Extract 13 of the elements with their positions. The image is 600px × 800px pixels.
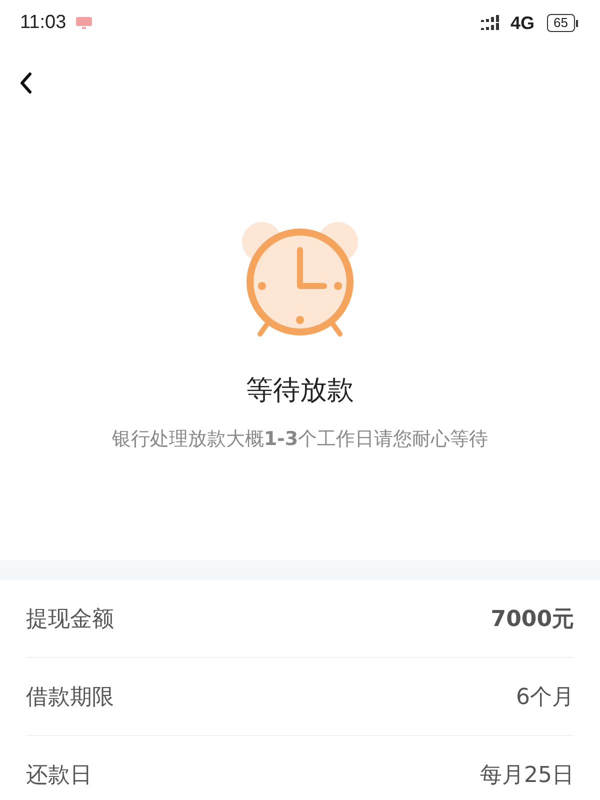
detail-value: 每月25日 [480,762,574,790]
back-button[interactable] [18,71,34,95]
status-time: 11:03 [20,12,66,34]
battery-level: 65 [546,14,575,32]
detail-label: 还款日 [26,762,92,790]
detail-label: 借款期限 [26,684,114,712]
detail-value: 6个月 [516,684,574,712]
status-message: 银行处理放款大概1-3个工作日请您耐心等待 [112,427,488,452]
detail-label: 提现金额 [26,606,114,634]
detail-value: 7000元 [490,606,574,634]
notification-icon [76,16,92,30]
status-title: 等待放款 [246,374,354,408]
network-type: 4G [510,12,535,34]
